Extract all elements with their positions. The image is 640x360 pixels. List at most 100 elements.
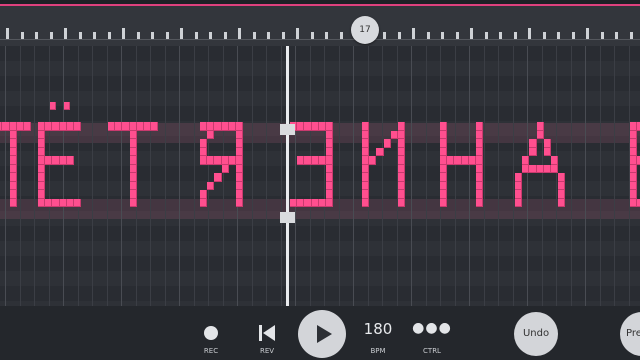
- playhead[interactable]: [280, 46, 295, 306]
- note[interactable]: [630, 181, 638, 190]
- note[interactable]: [9, 130, 17, 139]
- note[interactable]: [447, 156, 455, 165]
- note[interactable]: [59, 198, 67, 207]
- note[interactable]: [362, 190, 370, 199]
- note[interactable]: [318, 156, 326, 165]
- note[interactable]: [440, 173, 448, 182]
- note[interactable]: [468, 156, 476, 165]
- note[interactable]: [536, 122, 544, 131]
- note[interactable]: [38, 147, 46, 156]
- note[interactable]: [304, 122, 312, 131]
- note[interactable]: [236, 147, 244, 156]
- note[interactable]: [529, 139, 537, 148]
- note[interactable]: [129, 156, 137, 165]
- piano-roll-grid[interactable]: [0, 46, 640, 306]
- note[interactable]: [50, 102, 56, 110]
- note[interactable]: [543, 164, 551, 173]
- note[interactable]: [515, 173, 523, 182]
- note[interactable]: [151, 122, 159, 131]
- note[interactable]: [122, 122, 130, 131]
- note[interactable]: [398, 147, 406, 156]
- undo-button[interactable]: Undo: [514, 312, 558, 356]
- note[interactable]: [297, 156, 305, 165]
- note[interactable]: [529, 164, 537, 173]
- note[interactable]: [376, 147, 384, 156]
- note[interactable]: [440, 139, 448, 148]
- note[interactable]: [9, 173, 17, 182]
- note[interactable]: [290, 198, 298, 207]
- note[interactable]: [398, 190, 406, 199]
- note[interactable]: [558, 190, 566, 199]
- note[interactable]: [38, 156, 46, 165]
- note[interactable]: [297, 198, 305, 207]
- note[interactable]: [362, 198, 370, 207]
- note[interactable]: [200, 156, 208, 165]
- note[interactable]: [64, 102, 70, 110]
- note[interactable]: [228, 122, 236, 131]
- playhead-handle-top[interactable]: [280, 124, 295, 135]
- note[interactable]: [440, 130, 448, 139]
- note[interactable]: [476, 164, 484, 173]
- note[interactable]: [236, 181, 244, 190]
- note[interactable]: [236, 130, 244, 139]
- note[interactable]: [326, 181, 334, 190]
- note[interactable]: [52, 198, 60, 207]
- note[interactable]: [326, 139, 334, 148]
- note[interactable]: [9, 156, 17, 165]
- note[interactable]: [551, 156, 559, 165]
- note[interactable]: [440, 156, 448, 165]
- note[interactable]: [207, 156, 215, 165]
- note[interactable]: [74, 122, 82, 131]
- note[interactable]: [398, 164, 406, 173]
- note[interactable]: [515, 190, 523, 199]
- note[interactable]: [522, 156, 530, 165]
- note[interactable]: [9, 181, 17, 190]
- note[interactable]: [326, 190, 334, 199]
- note[interactable]: [38, 198, 46, 207]
- note[interactable]: [115, 122, 123, 131]
- note[interactable]: [558, 181, 566, 190]
- note[interactable]: [221, 156, 229, 165]
- note[interactable]: [136, 122, 144, 131]
- note[interactable]: [630, 130, 638, 139]
- note[interactable]: [214, 173, 222, 182]
- note[interactable]: [326, 122, 334, 131]
- note[interactable]: [66, 198, 74, 207]
- note[interactable]: [38, 173, 46, 182]
- note[interactable]: [476, 122, 484, 131]
- note[interactable]: [398, 173, 406, 182]
- note[interactable]: [529, 147, 537, 156]
- pre-button[interactable]: Pre: [620, 312, 640, 356]
- note[interactable]: [304, 156, 312, 165]
- note[interactable]: [74, 198, 82, 207]
- note[interactable]: [476, 181, 484, 190]
- note[interactable]: [38, 164, 46, 173]
- note[interactable]: [207, 122, 215, 131]
- rev-button[interactable]: REV: [246, 306, 288, 360]
- note[interactable]: [398, 156, 406, 165]
- note[interactable]: [9, 190, 17, 199]
- note[interactable]: [66, 156, 74, 165]
- note[interactable]: [236, 164, 244, 173]
- note[interactable]: [630, 156, 638, 165]
- note[interactable]: [440, 181, 448, 190]
- note[interactable]: [52, 156, 60, 165]
- note[interactable]: [362, 156, 370, 165]
- note[interactable]: [16, 122, 24, 131]
- note[interactable]: [362, 130, 370, 139]
- note[interactable]: [476, 156, 484, 165]
- note[interactable]: [207, 130, 215, 139]
- note[interactable]: [9, 139, 17, 148]
- ctrl-button[interactable]: ●●● CTRL: [410, 306, 454, 360]
- note[interactable]: [38, 190, 46, 199]
- playhead-handle-bottom[interactable]: [280, 212, 295, 223]
- note[interactable]: [9, 122, 17, 131]
- note[interactable]: [558, 198, 566, 207]
- note[interactable]: [129, 122, 137, 131]
- note[interactable]: [454, 156, 462, 165]
- note[interactable]: [200, 147, 208, 156]
- note[interactable]: [551, 164, 559, 173]
- note[interactable]: [398, 198, 406, 207]
- note[interactable]: [440, 122, 448, 131]
- note[interactable]: [543, 147, 551, 156]
